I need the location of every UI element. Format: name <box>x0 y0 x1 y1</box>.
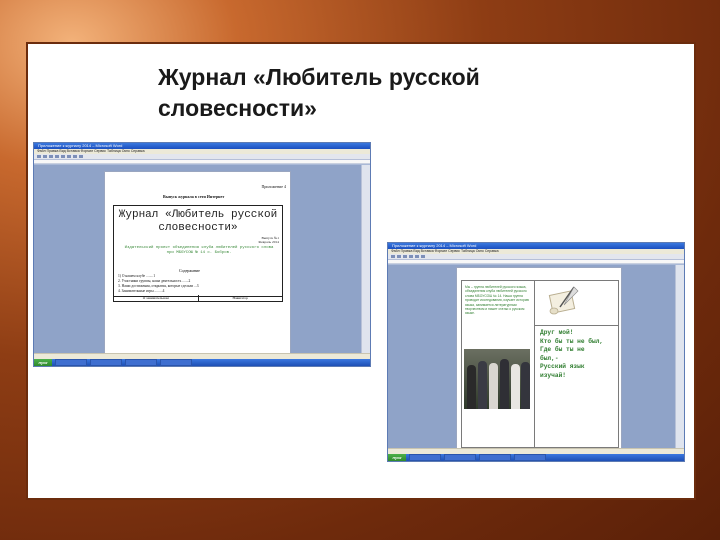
vertical-scrollbar <box>361 165 370 354</box>
start-button: пуск <box>34 359 52 366</box>
magazine-cover-box: Журнал «Любитель русской словесности» Вы… <box>113 205 283 297</box>
slide-frame: Журнал «Любитель русской словесности» Пр… <box>26 42 696 500</box>
taskbar-item <box>160 359 192 366</box>
open-icon <box>43 155 47 158</box>
taskbar-item <box>479 454 511 461</box>
print-icon <box>55 155 59 158</box>
footer-table: О занимательном Навигатор <box>113 295 283 302</box>
vertical-scrollbar <box>675 265 684 449</box>
taskbar-item <box>55 359 87 366</box>
contents-heading: Содержание <box>179 268 200 273</box>
appendix-label: Приложение 4 <box>261 184 286 189</box>
magazine-description: Издательский проект объединения клуба лю… <box>124 246 274 255</box>
ruler <box>34 160 370 164</box>
taskbar-item <box>90 359 122 366</box>
taskbar-item <box>409 454 441 461</box>
save-icon <box>49 155 53 158</box>
issue-date: Февраль 2014 <box>258 240 279 244</box>
word-window-screenshot-right: Приложение к журналу 2014 – Microsoft Wo… <box>387 242 685 462</box>
taskbar: пуск <box>388 454 684 461</box>
magazine-title: Журнал «Любитель русской словесности» <box>118 209 278 234</box>
poem-text: Друг мой! Кто бы ты не был, Где бы ты не… <box>540 329 604 379</box>
copy-icon <box>67 155 71 158</box>
issue-heading: Выпуск журнала в сети Интернет <box>163 194 225 199</box>
save-icon <box>403 255 407 258</box>
scroll-with-quill-icon <box>548 286 579 315</box>
footer-cell: Навигатор <box>197 295 283 301</box>
print-icon <box>409 255 413 258</box>
document-area: Приложение 4 Выпуск журнала в сети Интер… <box>34 165 362 366</box>
undo-icon <box>79 155 83 158</box>
document-page: Мы – группа любителей русского языка, об… <box>456 267 622 449</box>
group-photo <box>464 349 530 409</box>
taskbar-item <box>125 359 157 366</box>
taskbar-item <box>514 454 546 461</box>
start-button: пуск <box>388 454 406 461</box>
group-intro-text: Мы – группа любителей русского языка, об… <box>465 285 530 316</box>
open-icon <box>397 255 401 258</box>
new-icon <box>37 155 41 158</box>
layout-table: Мы – группа любителей русского языка, об… <box>461 280 619 448</box>
cut-icon <box>61 155 65 158</box>
document-page: Приложение 4 Выпуск журнала в сети Интер… <box>104 171 291 366</box>
word-window-screenshot-left: Приложение к журналу 2014 – Microsoft Wo… <box>33 142 371 367</box>
taskbar-item <box>444 454 476 461</box>
toc-item: 4. Занимательные игры .........4 <box>118 289 165 293</box>
taskbar: пуск <box>34 359 370 366</box>
cut-icon <box>415 255 419 258</box>
table-of-contents: 1) О нашем клубе ........1 2. Участники … <box>118 274 199 294</box>
new-icon <box>391 255 395 258</box>
issue-meta: Выпуск №1 Февраль 2014 <box>258 236 279 244</box>
slide-title: Журнал «Любитель русской словесности» <box>158 64 480 121</box>
footer-cell: О занимательном <box>142 296 169 300</box>
copy-icon <box>421 255 425 258</box>
document-area: Мы – группа любителей русского языка, об… <box>388 265 676 449</box>
ruler <box>388 260 684 264</box>
paste-icon <box>73 155 77 158</box>
